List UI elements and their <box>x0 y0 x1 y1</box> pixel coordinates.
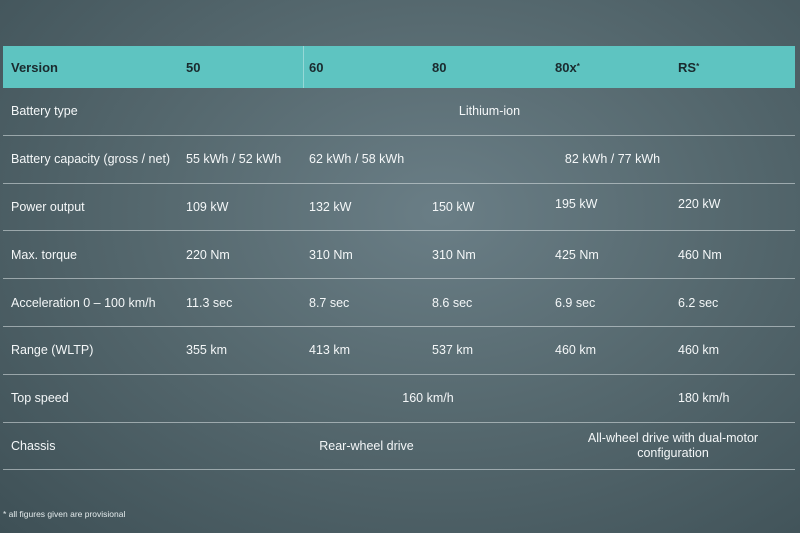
row-range: Range (WLTP) 355 km 413 km 537 km 460 km… <box>3 327 795 375</box>
row-acceleration: Acceleration 0 – 100 km/h 11.3 sec 8.7 s… <box>3 279 795 327</box>
row-label: Battery type <box>11 104 78 119</box>
row-label: Range (WLTP) <box>11 343 94 358</box>
torque-50: 220 Nm <box>186 247 230 262</box>
range-80: 537 km <box>432 343 473 358</box>
capacity-80-span: 82 kWh / 77 kWh <box>564 152 661 167</box>
header-col-rs: RS * <box>678 59 700 75</box>
battery-type-value: Lithium-ion <box>458 104 521 119</box>
row-label: Power output <box>11 199 85 214</box>
footnote: * all figures given are provisional <box>3 509 126 519</box>
chassis-rwd: Rear-wheel drive <box>319 438 414 453</box>
header-divider <box>303 46 304 88</box>
accel-rs: 6.2 sec <box>678 295 719 310</box>
spec-table: Version 50 60 80 80x * RS * Battery type L… <box>3 46 795 471</box>
row-battery-capacity: Battery capacity (gross / net) 55 kWh / … <box>3 136 795 184</box>
header-col-60: 60 <box>309 59 324 75</box>
row-label: Max. torque <box>11 247 78 262</box>
header-version: Version <box>11 59 58 75</box>
row-battery-type: Battery type Lithium-ion <box>3 88 795 136</box>
top-speed-span: 160 km/h <box>402 391 454 406</box>
top-speed-rs: 180 km/h <box>678 391 730 406</box>
torque-80x: 425 Nm <box>555 247 599 262</box>
row-label: Chassis <box>11 438 56 453</box>
range-80x: 460 km <box>555 343 596 358</box>
accel-80x: 6.9 sec <box>555 295 596 310</box>
header-col-50: 50 <box>186 59 201 75</box>
accel-50: 11.3 sec <box>186 295 233 310</box>
range-60: 413 km <box>309 343 350 358</box>
power-rs: 220 kW <box>678 196 721 211</box>
range-rs: 460 km <box>678 343 719 358</box>
row-chassis: Chassis Rear-wheel drive All-wheel drive… <box>3 423 795 471</box>
torque-60: 310 Nm <box>309 247 353 262</box>
power-80: 150 kW <box>432 199 475 214</box>
power-60: 132 kW <box>309 199 352 214</box>
torque-rs: 460 Nm <box>678 247 722 262</box>
row-top-speed: Top speed 160 km/h 180 km/h <box>3 375 795 423</box>
accel-60: 8.7 sec <box>309 295 350 310</box>
capacity-60: 62 kWh / 58 kWh <box>309 152 405 167</box>
row-label: Acceleration 0 – 100 km/h <box>11 295 156 310</box>
range-50: 355 km <box>186 343 227 358</box>
chassis-awd: All-wheel drive with dual-motor configur… <box>587 430 759 460</box>
row-label: Battery capacity (gross / net) <box>11 152 171 167</box>
header-col-80: 80 <box>432 59 447 75</box>
row-max-torque: Max. torque 220 Nm 310 Nm 310 Nm 425 Nm … <box>3 231 795 280</box>
header-col-80x: 80x * <box>555 59 580 75</box>
capacity-50: 55 kWh / 52 kWh <box>186 152 282 167</box>
accel-80: 8.6 sec <box>432 295 473 310</box>
row-label: Top speed <box>11 391 69 406</box>
power-80x: 195 kW <box>555 196 598 211</box>
table-header: Version 50 60 80 80x * RS * <box>3 46 795 88</box>
row-power-output: Power output 109 kW 132 kW 150 kW 195 kW… <box>3 184 795 232</box>
torque-80: 310 Nm <box>432 247 476 262</box>
power-50: 109 kW <box>186 199 229 214</box>
